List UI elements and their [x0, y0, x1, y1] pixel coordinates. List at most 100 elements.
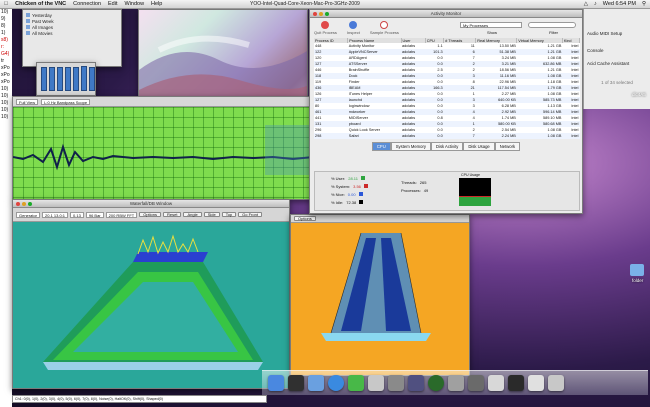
close-button[interactable]: [313, 12, 317, 16]
level-meter-window: [36, 62, 96, 96]
clock[interactable]: Wed 6:54 PM: [603, 1, 636, 7]
menu-edit[interactable]: Edit: [108, 1, 117, 7]
activity-tabs: CPU System Memory Disk Activity Disk Usage N…: [310, 142, 582, 151]
preview-dock-icon[interactable]: [488, 375, 504, 391]
field-2[interactable]: 0.13: [70, 211, 84, 218]
folder-icon: [26, 25, 30, 29]
terminal-line: G4): [1, 51, 10, 57]
minimize-button[interactable]: [319, 12, 323, 16]
options-button-2[interactable]: Options: [294, 216, 316, 221]
stat-idle: % Idle: 72.38: [331, 200, 364, 205]
view-select[interactable]: Full View: [16, 98, 39, 105]
audio-midi-setup[interactable]: Audio MIDI Setup: [584, 29, 650, 38]
side-button[interactable]: Side: [203, 212, 220, 217]
process-filter-select[interactable]: My Processes: [460, 22, 522, 28]
reset-button[interactable]: Reset: [163, 212, 182, 217]
photo-dock-icon[interactable]: [408, 375, 424, 391]
waterfall-toolbar: Generator 20.1 13.0:1 0.13 96 Bar 200 RB…: [13, 208, 289, 222]
inspect-button[interactable]: Inspect: [347, 21, 360, 35]
activity-monitor-dock-icon[interactable]: [508, 375, 524, 391]
finder-dock-icon[interactable]: [268, 375, 284, 391]
terminal-line: tr: [1, 58, 5, 64]
finder-item-movies[interactable]: All Movies: [26, 30, 118, 36]
field-3[interactable]: 96 Bar: [85, 211, 104, 218]
process-cell: 298: [314, 133, 348, 139]
process-cell: 7: [443, 133, 476, 139]
console-app[interactable]: Console: [584, 46, 650, 55]
apple-icon[interactable]: : [4, 1, 8, 7]
quit-process-button[interactable]: Quit Process: [314, 21, 337, 35]
preferences-dock-icon[interactable]: [448, 375, 464, 391]
zoom-button[interactable]: [28, 202, 32, 206]
options-button[interactable]: Options: [139, 212, 161, 217]
waterfall-window-2: Options: [290, 214, 470, 376]
desktop-folder-label[interactable]: folder: [632, 278, 643, 283]
ichat-dock-icon[interactable]: [348, 375, 364, 391]
time-machine-dock-icon[interactable]: [428, 375, 444, 391]
process-cell: Safari: [347, 133, 402, 139]
spectrum-toolbar: Full View L:0 Hz Bandpass Scope: [13, 97, 311, 107]
user-swatch: [360, 176, 365, 180]
dock: [262, 370, 648, 395]
tab-system-memory[interactable]: System Memory: [390, 142, 431, 151]
app-menu[interactable]: Chicken of the VNC: [15, 1, 66, 7]
spotlight-icon[interactable]: ⚲: [642, 1, 646, 7]
menu-connection[interactable]: Connection: [73, 1, 101, 7]
stop-icon: [321, 21, 330, 29]
process-cell: Intel: [562, 133, 580, 139]
tab-disk-usage[interactable]: Disk Usage: [463, 142, 495, 151]
window-title: Activity Monitor: [430, 11, 462, 16]
volume-icon[interactable]: ♪: [594, 1, 597, 7]
dashboard-dock-icon[interactable]: [288, 375, 304, 391]
go-front-button[interactable]: Go Front: [238, 212, 262, 217]
field-1[interactable]: 20.1 13.0:1: [42, 211, 69, 218]
process-row[interactable]: 298 Safari adclabs 0.0 7 2.24 MB 1.08 GB Intel: [314, 133, 580, 139]
folder-icon: [26, 31, 30, 35]
acid-cache-app[interactable]: Acid Cache Assistant: [584, 59, 650, 68]
cpu-panel: % User: 28.11 % System: 3.56 % Nice: 0.00 %…: [314, 171, 580, 211]
documents-dock-icon[interactable]: [528, 375, 544, 391]
activity-monitor-titlebar: Activity Monitor: [310, 10, 582, 18]
app-dock-icon[interactable]: [468, 375, 484, 391]
finder-window: Yesterday Past Week All Images All Movie…: [22, 9, 122, 67]
tab-disk-activity[interactable]: Disk Activity: [430, 142, 464, 151]
filter-search-field[interactable]: [528, 22, 576, 28]
menu-window[interactable]: Window: [124, 1, 144, 7]
status-line: Ch1: 0(0), 1(0), 2(0), 3(0), 4(0), 5(0),…: [12, 395, 267, 403]
spectrum-window: Full View L:0 Hz Bandpass Scope: [12, 96, 312, 200]
stat-threads: Threads: 265: [401, 180, 427, 185]
terminal-line: 10): [1, 100, 9, 106]
preset-select[interactable]: L:0 Hz Bandpass Scope: [41, 98, 91, 105]
waterfall-plot-2: [321, 232, 431, 341]
close-button[interactable]: [16, 202, 20, 206]
field-4[interactable]: 200 RBW FFT: [105, 211, 138, 218]
mail-dock-icon[interactable]: [308, 375, 324, 391]
terminal-line: 10): [1, 114, 9, 120]
top-button[interactable]: Top: [221, 212, 237, 217]
tab-network[interactable]: Network: [494, 142, 521, 151]
waterfall2-toolbar: Options: [291, 215, 469, 223]
selection-count: 1 of 34 selected: [601, 80, 633, 85]
info-icon: [349, 21, 358, 29]
zoom-button[interactable]: [325, 12, 329, 16]
safari-dock-icon[interactable]: [328, 375, 344, 391]
level-bar: [73, 66, 79, 91]
minimize-button[interactable]: [22, 202, 26, 206]
sample-icon: [380, 21, 389, 29]
sample-process-button[interactable]: Sample Process: [370, 21, 399, 35]
waterfall-plot: [43, 234, 263, 370]
address-book-dock-icon[interactable]: [368, 375, 384, 391]
menu-help[interactable]: Help: [151, 1, 162, 7]
mode-select[interactable]: Generator: [16, 211, 41, 218]
desktop-file-label[interactable]: dlc4A5: [632, 92, 646, 97]
trash-dock-icon[interactable]: [548, 375, 564, 391]
filter-label: Filter: [549, 30, 558, 35]
process-cell: 0.0: [425, 133, 444, 139]
terminal-line: 8): [1, 23, 6, 29]
terminal-line: 10): [1, 93, 9, 99]
tab-cpu[interactable]: CPU: [371, 142, 391, 151]
angle-button[interactable]: Angle: [183, 212, 202, 217]
folder-icon[interactable]: [630, 264, 644, 276]
wifi-icon[interactable]: △: [584, 1, 588, 7]
itunes-dock-icon[interactable]: [388, 375, 404, 391]
